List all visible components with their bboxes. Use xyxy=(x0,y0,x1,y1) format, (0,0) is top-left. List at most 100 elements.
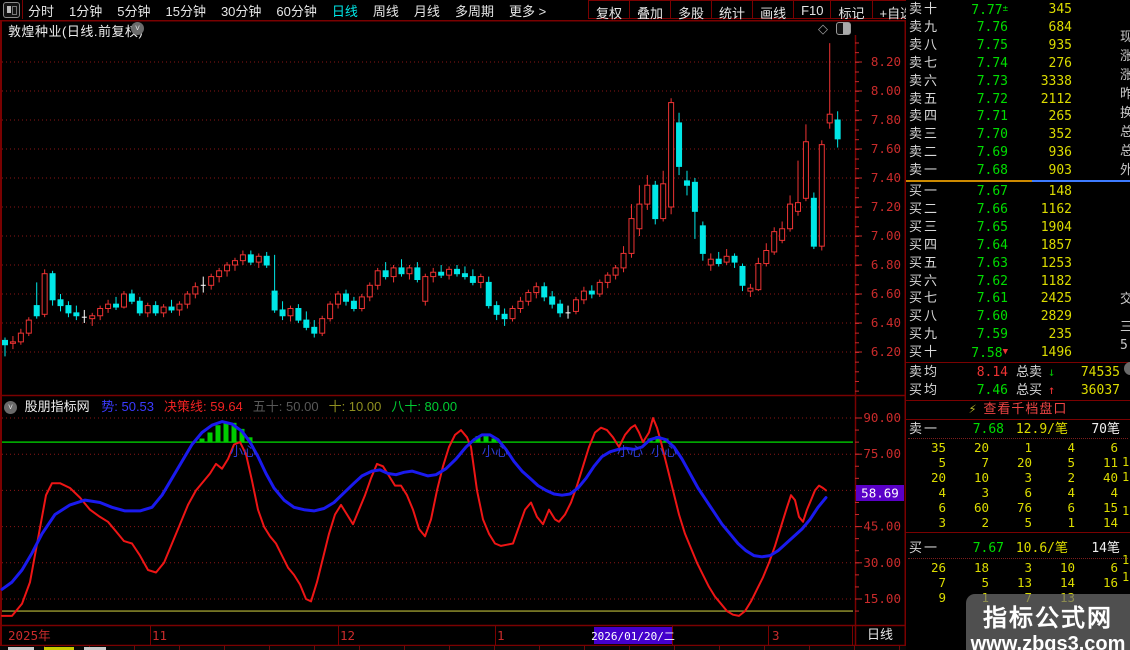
indicator-axis-label: 15.00 xyxy=(863,591,901,606)
candle-body xyxy=(303,319,310,328)
sell1-summary[interactable]: 卖一 7.68 12.9/笔 70笔 xyxy=(906,421,1130,438)
buy1-summary-label: 买一 xyxy=(909,541,940,556)
total-sell-value: 74535 xyxy=(1080,365,1120,380)
window-layout-icon[interactable] xyxy=(3,2,20,18)
buy1-summary[interactable]: 买一 7.67 10.6/笔 14笔 xyxy=(906,540,1130,557)
sell-level-label: 卖十 xyxy=(909,2,940,17)
price-axis-label: 7.80 xyxy=(871,112,901,127)
sell-level-price: 7.77± xyxy=(971,3,1008,18)
dotted-divider xyxy=(908,438,1128,439)
buy-level-volume: 2829 xyxy=(1040,309,1072,325)
toolbar-button-叠加[interactable]: 叠加 xyxy=(630,0,672,21)
buy-level-row[interactable]: 买一 7.67 148 xyxy=(906,183,1130,200)
clipped-edge-digit: 1 xyxy=(1122,553,1130,567)
sell-level-label: 卖五 xyxy=(909,91,940,107)
price-axis-label: 7.20 xyxy=(871,199,901,214)
buy-level-price: 7.64 xyxy=(976,237,1008,253)
candle-body xyxy=(239,254,246,262)
candle-body xyxy=(707,258,714,266)
candle-body xyxy=(33,305,40,317)
candle-body xyxy=(541,286,548,298)
candle-body xyxy=(295,308,302,321)
clipped-edge-text: 总 xyxy=(1120,144,1130,159)
buy-level-row[interactable]: 买二 7.66 1162 xyxy=(906,201,1130,218)
clipped-edge-text: 总 xyxy=(1120,125,1130,140)
buy-level-row[interactable]: 买十 7.58▼ 1496 xyxy=(906,344,1130,361)
period-tab-1分钟[interactable]: 1分钟 xyxy=(69,1,102,20)
toolbar-button-统计[interactable]: 统计 xyxy=(712,0,754,21)
candle-body xyxy=(699,225,706,254)
buy-level-row[interactable]: 买七 7.61 2425 xyxy=(906,290,1130,307)
toolbar-button-复权[interactable]: 复权 xyxy=(589,0,631,21)
period-box[interactable]: 日线 xyxy=(856,627,904,644)
sell-level-row[interactable]: 卖二 7.69 936 xyxy=(906,144,1130,161)
price-axis-label: 7.60 xyxy=(871,141,901,156)
buy-level-row[interactable]: 买八 7.60 2829 xyxy=(906,308,1130,325)
watermark-line1: 指标公式网 xyxy=(983,605,1113,632)
sell1-summary-label: 卖一 xyxy=(909,422,940,437)
clipped-edge-text: 涨 xyxy=(1120,49,1130,64)
buy-level-price: 7.65 xyxy=(976,219,1008,235)
sell-level-row[interactable]: 卖八 7.75 935 xyxy=(906,37,1130,54)
candle-body xyxy=(485,281,492,307)
sell-level-row[interactable]: 卖四 7.71 265 xyxy=(906,108,1130,125)
period-tab-30分钟[interactable]: 30分钟 xyxy=(221,1,261,20)
period-tab-日线[interactable]: 日线 xyxy=(332,1,358,20)
period-tab-多周期[interactable]: 多周期 xyxy=(455,1,494,20)
candle-body xyxy=(406,267,413,275)
candle-body xyxy=(668,102,675,208)
candle-body xyxy=(739,265,746,286)
buy-level-row[interactable]: 买四 7.64 1857 xyxy=(906,237,1130,254)
period-tab-月线[interactable]: 月线 xyxy=(414,1,440,20)
sell-level-label: 卖一 xyxy=(909,163,940,179)
period-tab-5分钟[interactable]: 5分钟 xyxy=(117,1,150,20)
bid-ask-divider xyxy=(906,180,1130,182)
candle-body xyxy=(747,287,754,292)
diamond-icon[interactable]: ◇ xyxy=(818,21,828,37)
deep-quote-link[interactable]: ⚡ 查看千档盘口 xyxy=(906,401,1130,418)
candle-body xyxy=(644,184,651,205)
period-tab-更多 >[interactable]: 更多 > xyxy=(509,1,546,20)
sell-level-row[interactable]: 卖一 7.68 903 xyxy=(906,162,1130,179)
sell-level-row[interactable]: 卖六 7.73 3338 xyxy=(906,73,1130,90)
panel-toggle-icon[interactable] xyxy=(836,22,851,35)
toolbar-button-画线[interactable]: 画线 xyxy=(753,0,795,21)
period-tab-60分钟[interactable]: 60分钟 xyxy=(276,1,316,20)
period-tab-15分钟[interactable]: 15分钟 xyxy=(165,1,205,20)
sell-level-row[interactable]: 卖三 7.70 352 xyxy=(906,126,1130,143)
charts-canvas[interactable]: 6.20 6.40 6.60 6.80 7.00 7.20 7.40 7.60 7.80 8.00… xyxy=(0,0,906,650)
candle-body xyxy=(430,271,437,278)
warning-annotation: 小心 xyxy=(482,444,508,459)
sell-level-row[interactable]: 卖十 7.77± 345 xyxy=(906,1,1130,18)
candle-body xyxy=(374,270,381,286)
overbought-bar xyxy=(199,438,205,443)
buy-level-row[interactable]: 买三 7.65 1904 xyxy=(906,219,1130,236)
indicator-name[interactable]: 股朋指标网 xyxy=(25,399,90,414)
buy-queue-row: 7 5 13 14 16 xyxy=(906,575,1130,590)
chevron-down-icon[interactable]: ˅ xyxy=(131,22,144,35)
collapse-icon[interactable]: ˅ xyxy=(4,401,17,415)
buy-level-row[interactable]: 买五 7.63 1253 xyxy=(906,255,1130,272)
toolbar-button-F10[interactable]: F10 xyxy=(794,0,832,19)
period-tab-分时[interactable]: 分时 xyxy=(28,1,54,20)
sell-queue-cell: 4 xyxy=(1110,485,1118,500)
toolbar-button-多股[interactable]: 多股 xyxy=(671,0,713,21)
sell-level-row[interactable]: 卖九 7.76 684 xyxy=(906,19,1130,36)
sell-level-row[interactable]: 卖七 7.74 276 xyxy=(906,55,1130,72)
toolbar-button-标记[interactable]: 标记 xyxy=(831,0,873,21)
candle-body xyxy=(382,270,389,278)
sell-queue-cell: 1 xyxy=(1067,515,1075,530)
candle-body xyxy=(358,296,365,309)
sell-level-price: 7.72 xyxy=(976,91,1008,107)
sell-level-row[interactable]: 卖五 7.72 2112 xyxy=(906,91,1130,108)
candle-body xyxy=(628,218,635,254)
sell-queue-cell: 5 xyxy=(1024,515,1032,530)
buy-level-row[interactable]: 买九 7.59 235 xyxy=(906,326,1130,343)
candle-body xyxy=(802,141,809,199)
sell-queue-row: 3 2 5 1 14 xyxy=(906,515,1130,530)
buy-level-row[interactable]: 买六 7.62 1182 xyxy=(906,273,1130,290)
period-tab-周线[interactable]: 周线 xyxy=(373,1,399,20)
candle-body xyxy=(2,339,8,346)
candle-body xyxy=(509,308,516,320)
watermark-line2: www.zbgs3.com xyxy=(970,633,1126,650)
